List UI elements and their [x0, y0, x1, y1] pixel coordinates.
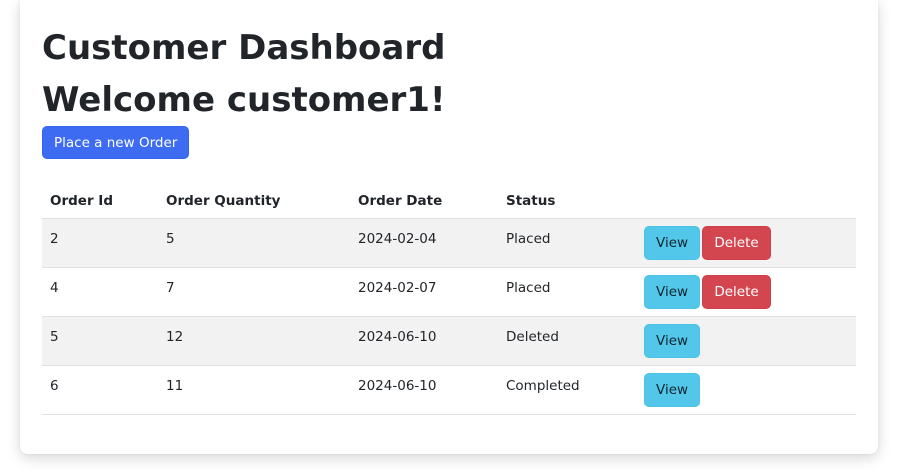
- view-order-button[interactable]: View: [644, 275, 701, 309]
- order-actions-cell: View Delete: [636, 218, 856, 268]
- welcome-heading: Welcome customer1!: [42, 80, 446, 120]
- order-id-cell: 5: [42, 316, 158, 366]
- table-row: 2 5 2024-02-04 Placed View Delete: [42, 218, 856, 268]
- order-status-cell: Deleted: [498, 316, 636, 366]
- page-title: Customer Dashboard: [42, 28, 446, 68]
- dashboard-card: Customer Dashboard Welcome customer1! Pl…: [20, 0, 878, 454]
- view-order-button[interactable]: View: [644, 226, 701, 260]
- order-status-cell: Placed: [498, 267, 636, 317]
- orders-table: Order Id Order Quantity Order Date Statu…: [42, 183, 856, 415]
- view-order-button[interactable]: View: [644, 324, 701, 358]
- orders-table-body: 2 5 2024-02-04 Placed View Delete 4 7 2024-02-0…: [42, 218, 856, 415]
- column-header-order-quantity: Order Quantity: [158, 183, 350, 219]
- order-date-cell: 2024-06-10: [350, 365, 498, 415]
- table-row: 6 11 2024-06-10 Completed View: [42, 365, 856, 415]
- column-header-order-date: Order Date: [350, 183, 498, 219]
- column-header-actions: [636, 183, 856, 219]
- place-new-order-button[interactable]: Place a new Order: [42, 126, 190, 159]
- order-id-cell: 2: [42, 218, 158, 268]
- order-id-cell: 6: [42, 365, 158, 415]
- order-quantity-cell: 7: [158, 267, 350, 317]
- order-actions-cell: View: [636, 316, 856, 366]
- order-quantity-cell: 12: [158, 316, 350, 366]
- order-actions-cell: View Delete: [636, 267, 856, 317]
- order-date-cell: 2024-06-10: [350, 316, 498, 366]
- order-id-cell: 4: [42, 267, 158, 317]
- order-status-cell: Completed: [498, 365, 636, 415]
- order-status-cell: Placed: [498, 218, 636, 268]
- table-row: 4 7 2024-02-07 Placed View Delete: [42, 267, 856, 317]
- order-actions-cell: View: [636, 365, 856, 415]
- column-header-status: Status: [498, 183, 636, 219]
- order-quantity-cell: 11: [158, 365, 350, 415]
- view-order-button[interactable]: View: [644, 373, 701, 407]
- order-date-cell: 2024-02-04: [350, 218, 498, 268]
- order-date-cell: 2024-02-07: [350, 267, 498, 317]
- delete-order-button[interactable]: Delete: [702, 275, 771, 309]
- table-row: 5 12 2024-06-10 Deleted View: [42, 316, 856, 366]
- delete-order-button[interactable]: Delete: [702, 226, 771, 260]
- order-quantity-cell: 5: [158, 218, 350, 268]
- column-header-order-id: Order Id: [42, 183, 158, 219]
- table-header-row: Order Id Order Quantity Order Date Statu…: [42, 183, 856, 219]
